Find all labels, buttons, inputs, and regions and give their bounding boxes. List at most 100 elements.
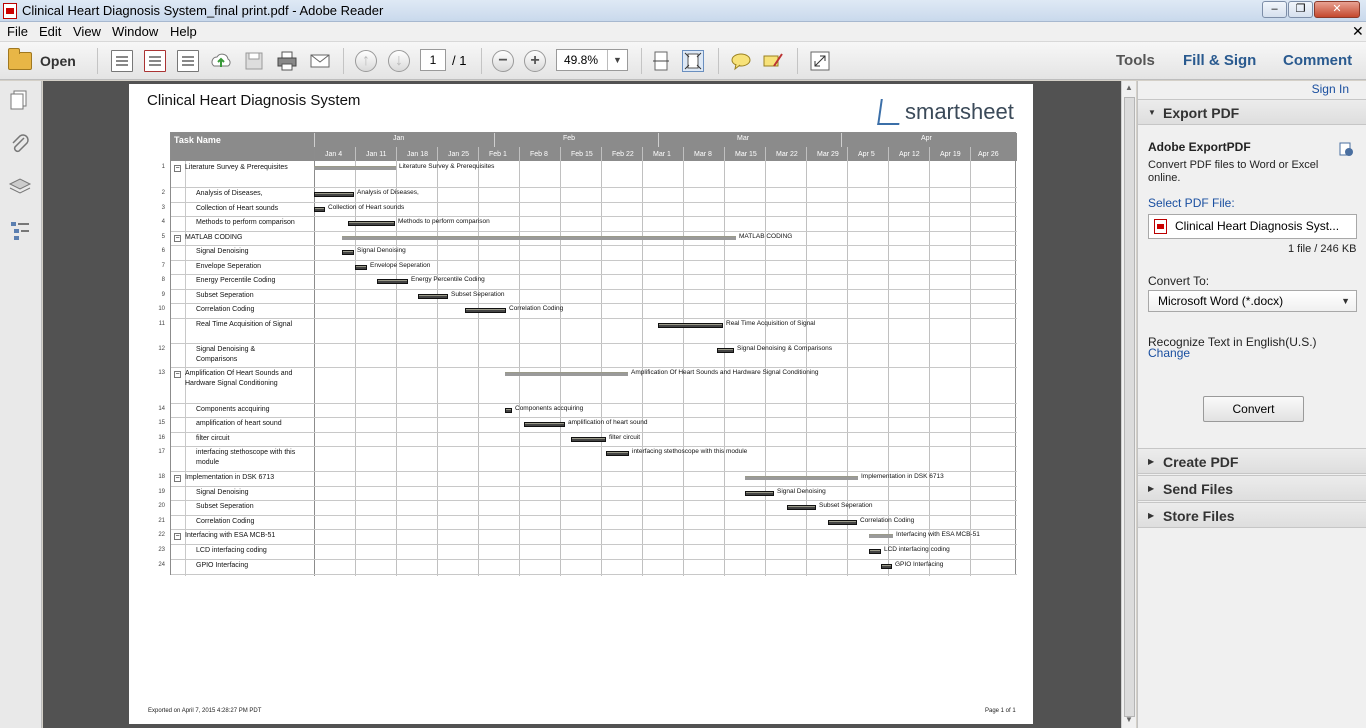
zoom-out-icon[interactable]: − [492,50,514,72]
convert-button[interactable]: Convert [1203,396,1304,422]
task-name: Methods to perform comparison [196,219,295,226]
check-icon [877,99,903,125]
menu-view[interactable]: View [73,24,101,39]
scroll-down-icon[interactable]: ▼ [1125,715,1133,724]
maximize-button[interactable]: ❐ [1288,1,1313,18]
row-divider [171,187,1017,188]
send-files-section[interactable]: ▶ Send Files [1138,475,1366,501]
bar-label: amplification of heart sound [568,419,648,426]
zoom-in-icon[interactable]: + [524,50,546,72]
task-name: Correlation Coding [196,306,255,313]
vertical-scrollbar[interactable]: ▲ ▼ [1121,81,1136,728]
bar-label: Analysis of Diseases, [357,189,419,196]
toolbar-separator [97,48,98,74]
week-label: Jan 18 [407,151,429,158]
combine-files-icon[interactable] [144,50,166,72]
fit-page-icon[interactable] [682,50,704,72]
layers-icon[interactable] [8,176,32,198]
format-select[interactable]: Microsoft Word (*.docx) ▼ [1148,290,1357,312]
grid-line-vertical [314,133,315,576]
toolbar-separator [343,48,344,74]
close-button[interactable]: ✕ [1314,1,1360,18]
menu-file[interactable]: File [7,24,28,39]
task-name: Correlation Coding [196,518,255,525]
fill-sign-tab[interactable]: Fill & Sign [1183,52,1256,69]
menu-help[interactable]: Help [170,24,197,39]
change-language-link[interactable]: Change [1148,346,1190,360]
task-bar [869,549,881,554]
collapse-icon[interactable]: − [174,371,181,378]
task-name: Real Time Acquisition of Signal [196,321,293,328]
grid-line-vertical [519,147,520,576]
previous-page-icon[interactable]: ↑ [355,50,377,72]
next-page-icon[interactable]: ↓ [388,50,410,72]
minimize-button[interactable]: – [1262,1,1287,18]
selected-file-name: Clinical Heart Diagnosis Syst... [1175,219,1340,233]
row-number: 8 [161,277,165,283]
logo-text: smartsheet [905,99,1014,124]
week-label: Mar 1 [653,151,671,158]
export-pdf-section[interactable]: ▼ Export PDF [1138,99,1366,125]
page-footer: Page 1 of 1 [985,708,1016,714]
create-pdf-icon[interactable] [111,50,133,72]
close-document-icon[interactable]: ✕ [1352,23,1364,40]
upload-cloud-icon[interactable] [210,50,232,72]
row-divider [171,318,1017,319]
bar-label: Amplification Of Heart Sounds and Hardwa… [631,369,819,376]
account-info-icon[interactable] [1338,141,1354,157]
bar-label: Interfacing with ESA MCB-51 [896,531,980,538]
scroll-up-icon[interactable]: ▲ [1125,83,1133,92]
chevron-down-icon[interactable]: ▼ [607,50,627,70]
tools-tab[interactable]: Tools [1116,52,1155,69]
task-name: Collection of Heart sounds [196,205,279,212]
attachments-icon[interactable] [8,133,32,155]
row-divider [171,417,1017,418]
grid-line-vertical [970,147,971,576]
row-number: 6 [161,248,165,254]
full-screen-icon[interactable] [809,50,831,72]
bar-label: Literature Survey & Prerequisites [399,163,495,170]
triangle-right-icon: ▶ [1148,484,1155,493]
highlight-text-icon[interactable] [762,50,784,72]
open-button[interactable]: Open [8,48,76,74]
scrolling-mode-icon[interactable] [650,50,672,72]
print-icon[interactable] [276,50,298,72]
collapse-icon[interactable]: − [174,165,181,172]
bookmarks-icon[interactable] [8,219,32,241]
grid-line-vertical [396,147,397,576]
month-label: Mar [737,135,750,142]
email-icon[interactable] [309,50,331,72]
collapse-icon[interactable]: − [174,533,181,540]
sign-in-link[interactable]: Sign In [1312,82,1349,96]
row-number: 17 [158,449,165,455]
task-bar [355,265,367,270]
store-files-section[interactable]: ▶ Store Files [1138,502,1366,528]
grid-line-vertical [437,147,438,576]
page-number-input[interactable]: 1 [420,49,446,71]
row-divider [171,486,1017,487]
collapse-icon[interactable]: − [174,475,181,482]
selected-file-box[interactable]: Clinical Heart Diagnosis Syst... [1148,214,1357,239]
task-bar [828,520,857,525]
page-thumbnails-icon[interactable] [8,89,32,111]
zoom-select[interactable]: 49.8% ▼ [556,49,628,71]
create-pdf-title: Create PDF [1163,454,1239,470]
task-bar [348,221,395,226]
task-name-header: Task Name [174,135,221,145]
create-pdf-section[interactable]: ▶ Create PDF [1138,448,1366,474]
comment-icon[interactable] [730,50,752,72]
bar-label: Signal Denoising [357,247,406,254]
collapse-icon[interactable]: − [174,235,181,242]
bar-label: LCD interfacing coding [884,546,950,553]
row-number: 13 [158,370,165,376]
menu-window[interactable]: Window [112,24,158,39]
month-divider [658,133,659,147]
week-label: Apr 5 [858,151,875,158]
bar-label: Subset Seperation [819,502,873,509]
menu-edit[interactable]: Edit [39,24,61,39]
week-label: Mar 15 [735,151,757,158]
comment-tab[interactable]: Comment [1283,52,1352,69]
edit-pdf-icon[interactable] [177,50,199,72]
scrollbar-thumb[interactable] [1124,97,1135,717]
save-icon[interactable] [243,50,265,72]
